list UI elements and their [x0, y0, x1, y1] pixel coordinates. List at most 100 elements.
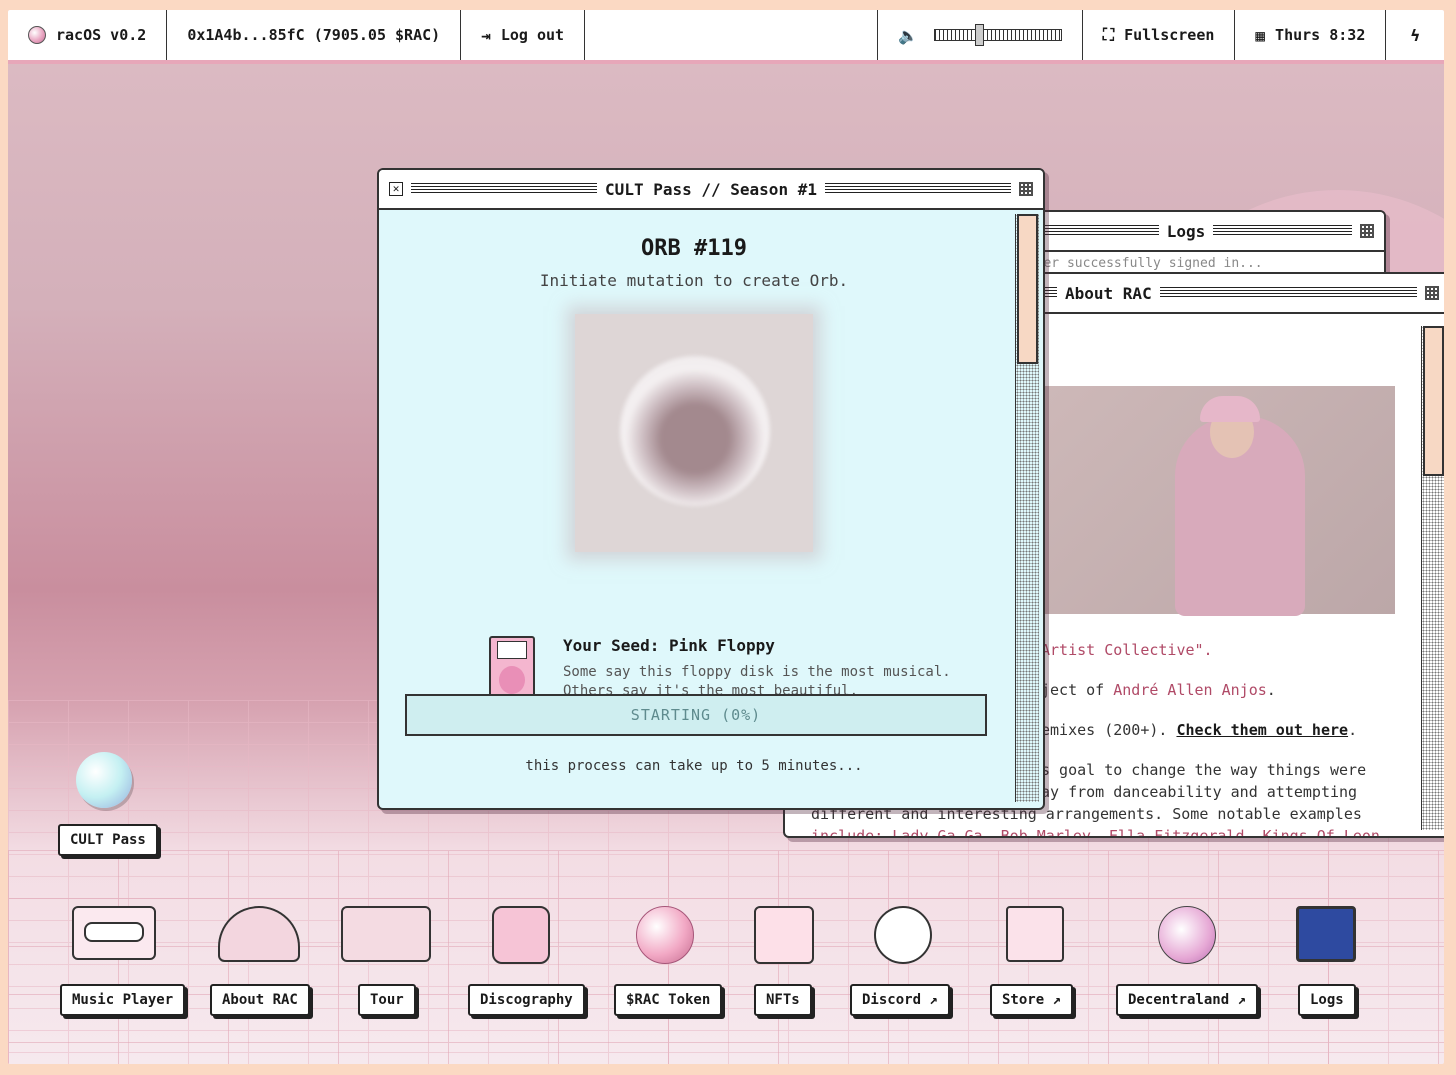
- cult-scrollbar[interactable]: [1015, 214, 1039, 802]
- about-line-4: s goal to change the way things were: [1041, 761, 1367, 779]
- cult-content: ORB #119 Initiate mutation to create Orb…: [379, 212, 1009, 808]
- ticket-icon[interactable]: [341, 906, 431, 962]
- logs-titlebar[interactable]: Logs: [1010, 212, 1384, 252]
- volume-control: 🔈: [878, 10, 1083, 60]
- about-rac-button[interactable]: About RAC: [210, 984, 310, 1016]
- logs-title: Logs: [1166, 221, 1206, 241]
- wallet-button[interactable]: 0x1A4b...85fC (7905.05 $RAC): [167, 10, 462, 60]
- drawer-icon[interactable]: [754, 906, 814, 964]
- artist-name: André Allen Anjos: [1113, 681, 1267, 699]
- discography-button[interactable]: Discography: [468, 984, 585, 1016]
- clock-text: Thurs 8:32: [1275, 26, 1366, 44]
- logout-label: Log out: [500, 26, 565, 44]
- artist-photo: [1045, 386, 1395, 616]
- cult-pass-orb-icon[interactable]: [76, 752, 132, 808]
- logout-icon: ⇥: [481, 25, 491, 45]
- seed-info: Your Seed: Pink Floppy Some say this flo…: [489, 636, 951, 701]
- music-player-button[interactable]: Music Player: [60, 984, 186, 1016]
- menu-bar: racOS v0.2 0x1A4b...85fC (7905.05 $RAC) …: [8, 10, 1444, 64]
- monitor-body: [1296, 906, 1356, 962]
- decentraland-icon[interactable]: [1158, 906, 1216, 964]
- floppy-disk-icon: [489, 636, 535, 700]
- resize-grip-icon[interactable]: [1019, 182, 1034, 196]
- process-note: this process can take up to 5 minutes...: [525, 758, 863, 774]
- progress-label: STARTING (0%): [630, 706, 762, 724]
- titlebar-stripes: [411, 183, 598, 195]
- orb-title: ORB #119: [641, 236, 747, 261]
- cassette-body: [72, 906, 156, 960]
- seed-desc-line-1: Some say this floppy disk is the most mu…: [563, 664, 951, 680]
- discord-icon[interactable]: [874, 906, 932, 964]
- decentraland-body: [1158, 906, 1216, 964]
- wallet-address: 0x1A4b...85fC (7905.05 $RAC): [187, 26, 441, 44]
- about-line-2: ject of André Allen Anjos.: [1041, 680, 1276, 702]
- about-line-2a: ject of: [1041, 681, 1114, 699]
- logs-button[interactable]: Logs: [1298, 984, 1356, 1016]
- cult-titlebar[interactable]: ✕ CULT Pass // Season #1: [379, 170, 1043, 210]
- tour-button[interactable]: Tour: [358, 984, 416, 1016]
- titlebar-stripes: [1213, 225, 1352, 237]
- about-line-1: Artist Collective".: [1041, 641, 1213, 659]
- desktop: racOS v0.2 0x1A4b...85fC (7905.05 $RAC) …: [8, 10, 1444, 1064]
- monitor-icon[interactable]: [1296, 906, 1356, 962]
- orb-preview: [575, 314, 813, 552]
- bolt-button[interactable]: ϟ: [1386, 10, 1444, 60]
- cult-pass-desktop-button[interactable]: CULT Pass: [58, 824, 158, 856]
- speaker-icon[interactable]: 🔈: [898, 26, 918, 45]
- lightning-icon: ϟ: [1410, 25, 1420, 45]
- cart-body: [1006, 906, 1064, 962]
- seed-title: Your Seed: Pink Floppy: [563, 636, 775, 655]
- volume-slider-thumb[interactable]: [974, 24, 984, 46]
- about-scroll-thumb[interactable]: [1423, 326, 1444, 476]
- close-icon[interactable]: ✕: [389, 182, 403, 196]
- nfts-button[interactable]: NFTs: [754, 984, 812, 1016]
- volume-slider[interactable]: [933, 24, 1062, 46]
- clock: ▦ Thurs 8:32: [1235, 10, 1387, 60]
- cart-icon[interactable]: [1006, 906, 1064, 962]
- orb-image: [620, 356, 770, 506]
- discord-button[interactable]: Discord ↗: [850, 984, 950, 1016]
- artist-cap: [1200, 396, 1260, 422]
- resize-grip-icon[interactable]: [1360, 224, 1374, 238]
- pink-orb-body: [636, 906, 694, 964]
- drawer-body: [754, 906, 814, 964]
- about-line-3: emixes (200+). Check them out here.: [1041, 720, 1357, 742]
- remixes-link[interactable]: Check them out here: [1176, 721, 1348, 739]
- fullscreen-button[interactable]: ⛶ Fullscreen: [1083, 10, 1236, 60]
- about-line-7: include: Lady Ga Ga, Bob Marley, Ella Fi…: [811, 827, 1380, 838]
- music-lock-icon[interactable]: [492, 906, 550, 964]
- seed-text: Your Seed: Pink Floppy Some say this flo…: [563, 636, 951, 701]
- titlebar-stripes: [1159, 287, 1417, 299]
- cassette-icon[interactable]: [72, 906, 156, 960]
- about-line-3c: .: [1348, 721, 1358, 739]
- cult-title: CULT Pass // Season #1: [605, 179, 817, 199]
- fullscreen-icon: ⛶: [1102, 25, 1115, 44]
- resize-grip-icon[interactable]: [1425, 286, 1439, 300]
- about-title: About RAC: [1065, 283, 1152, 303]
- rac-token-button[interactable]: $RAC Token: [614, 984, 723, 1016]
- pink-orb-icon[interactable]: [636, 906, 694, 964]
- about-line-2c: .: [1266, 681, 1276, 699]
- os-menu[interactable]: racOS v0.2: [8, 10, 168, 60]
- titlebar-stripes: [824, 183, 1012, 195]
- ticket-body: [341, 906, 431, 962]
- os-name: racOS v0.2: [56, 26, 147, 44]
- about-line-5: ay from danceability and attempting: [1041, 783, 1358, 801]
- orb-subtitle: Initiate mutation to create Orb.: [539, 271, 849, 290]
- mutation-progress-bar: STARTING (0%): [405, 694, 987, 736]
- store-button[interactable]: Store ↗: [990, 984, 1074, 1016]
- calendar-icon: ▦: [1255, 25, 1266, 45]
- cult-scroll-thumb[interactable]: [1017, 214, 1038, 364]
- cap-body: [218, 906, 300, 962]
- floppy-shutter: [497, 641, 527, 659]
- about-line-3a: emixes (200+).: [1041, 721, 1177, 739]
- logout-button[interactable]: ⇥ Log out: [461, 10, 586, 60]
- cap-icon[interactable]: [218, 906, 300, 962]
- music-lock-body: [492, 906, 550, 964]
- os-orb-icon: [28, 26, 46, 44]
- cult-pass-window[interactable]: ✕ CULT Pass // Season #1 ORB #119 Initia…: [377, 168, 1045, 810]
- about-scrollbar[interactable]: [1421, 326, 1444, 830]
- decentraland-button[interactable]: Decentraland ↗: [1116, 984, 1259, 1016]
- discord-body: [874, 906, 932, 964]
- fullscreen-label: Fullscreen: [1124, 26, 1215, 44]
